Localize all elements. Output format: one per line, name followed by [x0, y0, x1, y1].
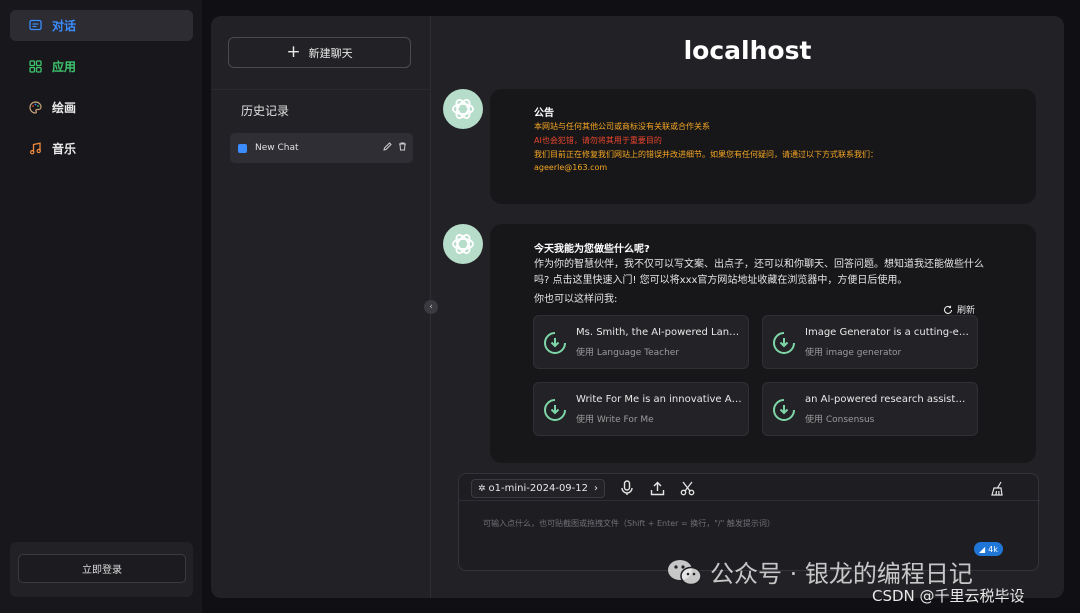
nav-item-draw[interactable]: 绘画	[10, 92, 193, 123]
announcement-line: 本网站与任何其他公司或商标没有关联或合作关系	[534, 122, 710, 131]
main-nav: 对话 应用 绘画 音乐 立即登录	[0, 0, 202, 613]
suggestion-card[interactable]: Write For Me is an innovative AI writer …	[533, 382, 749, 436]
suggestion-subtitle: 使用 image generator	[805, 348, 902, 358]
chat-dot-icon	[238, 143, 247, 153]
new-chat-button[interactable]: + 新建聊天	[228, 37, 411, 68]
suggestion-title: an AI-powered research assistant	[805, 394, 971, 405]
main-panel: + 新建聊天 历史记录 New Chat ‹ localhost 公告 本网站与…	[211, 16, 1064, 598]
scissors-icon[interactable]	[678, 479, 696, 497]
contact-email-link[interactable]: ageerle@163.com	[534, 163, 607, 172]
message-input[interactable]: 可输入点什么，也可贴截图或拖拽文件（Shift + Enter = 换行，"/"…	[483, 518, 775, 529]
suggestion-title: Write For Me is an innovative AI writer	[576, 394, 742, 405]
suggestion-hint: 你也可以这样问我:	[534, 294, 618, 305]
history-item-label: New Chat	[255, 143, 299, 153]
nav-item-label: 绘画	[52, 101, 77, 115]
download-circle-icon	[773, 332, 795, 354]
suggestion-subtitle: 使用 Language Teacher	[576, 348, 680, 358]
assistant-avatar	[443, 224, 483, 264]
nav-item-music[interactable]: 音乐	[10, 133, 193, 164]
chevron-right-icon: ›	[594, 483, 598, 494]
assistant-avatar	[443, 89, 483, 129]
history-title: 历史记录	[241, 104, 290, 118]
delete-icon[interactable]	[398, 142, 407, 154]
suggestion-card[interactable]: Ms. Smith, the AI-powered Language Teach…	[533, 315, 749, 369]
download-circle-icon	[544, 332, 566, 354]
announcement-line: 我们目前正在修复我们网站上的错误并改进细节。如果您有任何疑问，请通过以下方式联系…	[534, 150, 878, 159]
welcome-heading: 今天我能为您做些什么呢?	[534, 244, 650, 255]
history-item[interactable]: New Chat	[230, 133, 413, 163]
nav-item-label: 应用	[52, 60, 77, 74]
send-icon: ◢	[979, 544, 986, 554]
suggestion-subtitle: 使用 Consensus	[805, 415, 875, 425]
nav-item-chat[interactable]: 对话	[10, 10, 193, 41]
wechat-watermark-text: 公众号 · 银龙的编程日记	[710, 560, 973, 588]
suggestion-subtitle: 使用 Write For Me	[576, 415, 654, 425]
suggestion-title: Image Generator is a cutting-edge tool	[805, 327, 971, 338]
suggestion-title: Ms. Smith, the AI-powered Language Teach…	[576, 327, 742, 338]
download-circle-icon	[544, 399, 566, 421]
new-chat-label: 新建聊天	[308, 46, 353, 60]
token-badge: ◢ 4k	[974, 542, 1003, 556]
nav-item-label: 对话	[52, 19, 77, 33]
plus-icon: +	[286, 42, 301, 62]
chat-icon	[28, 19, 42, 33]
openai-logo-icon	[452, 99, 474, 119]
model-selector[interactable]: ✲ o1-mini-2024-09-12 ›	[471, 479, 605, 498]
announcement-message: 公告 本网站与任何其他公司或商标没有关联或合作关系 AI也会犯错，请勿将其用于重…	[490, 89, 1036, 204]
suggestion-card[interactable]: an AI-powered research assistant 使用 Cons…	[762, 382, 978, 436]
token-badge-label: 4k	[988, 544, 998, 554]
page-title: localhost	[683, 36, 812, 65]
clear-broom-icon[interactable]	[988, 479, 1006, 497]
edit-icon[interactable]	[383, 142, 392, 154]
wechat-logo-icon	[668, 559, 702, 585]
model-name: o1-mini-2024-09-12	[488, 483, 588, 494]
music-icon	[28, 142, 42, 156]
announcement-heading: 公告	[534, 108, 554, 119]
nav-item-apps[interactable]: 应用	[10, 51, 193, 82]
divider	[211, 89, 431, 90]
nav-item-label: 音乐	[52, 142, 77, 156]
palette-icon	[28, 101, 42, 115]
wechat-watermark: 公众号 · 银龙的编程日记	[666, 554, 973, 589]
upload-icon[interactable]	[648, 479, 666, 497]
suggestion-card[interactable]: Image Generator is a cutting-edge tool 使…	[762, 315, 978, 369]
collapse-sidebar-button[interactable]: ‹	[424, 300, 438, 314]
csdn-watermark: CSDN @千里云税毕设	[872, 587, 1025, 605]
login-button[interactable]: 立即登录	[18, 554, 186, 583]
refresh-icon	[944, 305, 953, 314]
chevron-left-icon: ‹	[429, 302, 433, 312]
welcome-body: 作为你的智慧伙伴，我不仅可以写文案、出点子，还可以和你聊天、回答问题。想知道我还…	[534, 259, 984, 286]
divider	[459, 500, 1040, 501]
history-sidebar: + 新建聊天 历史记录 New Chat ‹	[211, 16, 438, 598]
microphone-icon[interactable]	[618, 479, 636, 497]
openai-logo-icon	[452, 234, 474, 254]
download-circle-icon	[773, 399, 795, 421]
apps-icon	[28, 60, 42, 74]
announcement-line: AI也会犯错，请勿将其用于重要目的	[534, 136, 662, 145]
sparkle-icon: ✲	[478, 483, 486, 494]
welcome-message: 今天我能为您做些什么呢? 作为你的智慧伙伴，我不仅可以写文案、出点子，还可以和你…	[490, 224, 1036, 463]
